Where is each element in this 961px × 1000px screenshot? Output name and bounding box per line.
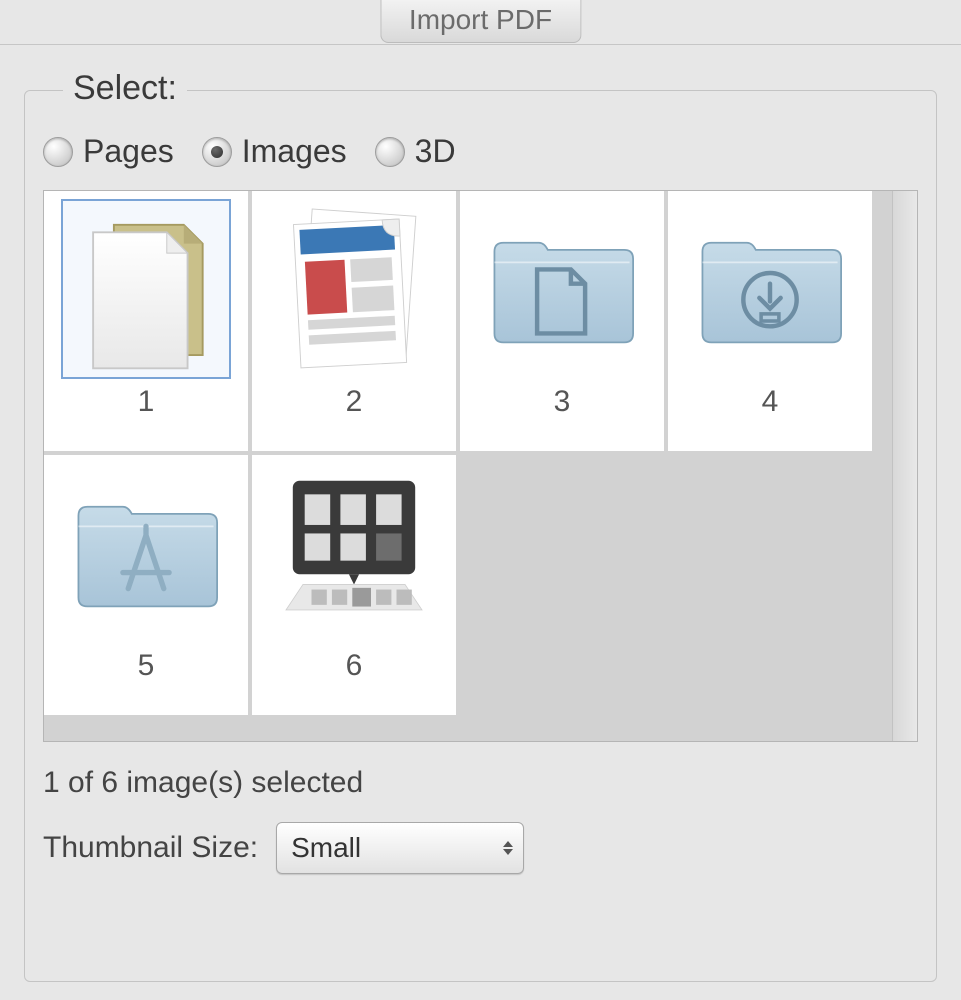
thumbnail-index-label: 1	[138, 385, 155, 419]
radio-dot-icon	[375, 137, 405, 167]
thumbnail-index-label: 6	[346, 649, 363, 683]
scrollbar-vertical[interactable]	[892, 191, 917, 741]
thumbnail-size-label: Thumbnail Size:	[43, 831, 258, 865]
thumbnail-item-6[interactable]: 6	[252, 455, 456, 715]
radio-3d[interactable]: 3D	[375, 133, 456, 170]
thumbnail-item-3[interactable]: 3	[460, 191, 664, 451]
folder-downloads-icon	[685, 199, 855, 379]
thumbnail-index-label: 3	[554, 385, 571, 419]
thumbnail-item-1[interactable]: 1	[44, 191, 248, 451]
mode-radios: Pages Images 3D	[43, 133, 936, 170]
thumbnail-index-label: 2	[346, 385, 363, 419]
group-label: Select:	[63, 69, 187, 108]
radio-dot-icon	[202, 137, 232, 167]
radio-label: Images	[242, 133, 347, 170]
radio-label: 3D	[415, 133, 456, 170]
thumbnail-index-label: 5	[138, 649, 155, 683]
folder-documents-icon	[477, 199, 647, 379]
dialog-title: Import PDF	[380, 0, 581, 43]
radio-dot-icon	[43, 137, 73, 167]
thumbnail-size-row: Thumbnail Size: Small	[43, 822, 936, 874]
thumbnail-grid: 1 2 3	[43, 190, 918, 742]
dock-stack-icon	[269, 463, 439, 643]
select-stepper-icon	[503, 841, 513, 855]
thumbnail-size-value: Small	[291, 832, 361, 864]
thumbnail-item-2[interactable]: 2	[252, 191, 456, 451]
divider	[0, 44, 961, 45]
radio-pages[interactable]: Pages	[43, 133, 174, 170]
webpage-stack-icon	[269, 199, 439, 379]
thumbnail-item-4[interactable]: 4	[668, 191, 872, 451]
thumbnail-index-label: 4	[762, 385, 779, 419]
folder-apps-icon	[61, 463, 231, 643]
selection-status: 1 of 6 image(s) selected	[43, 766, 936, 800]
thumbnail-item-5[interactable]: 5	[44, 455, 248, 715]
select-group: Select: PagesImages3D 1	[24, 90, 937, 982]
thumbnail-size-select[interactable]: Small	[276, 822, 524, 874]
documents-stack-icon	[61, 199, 231, 379]
radio-label: Pages	[83, 133, 174, 170]
radio-images[interactable]: Images	[202, 133, 347, 170]
